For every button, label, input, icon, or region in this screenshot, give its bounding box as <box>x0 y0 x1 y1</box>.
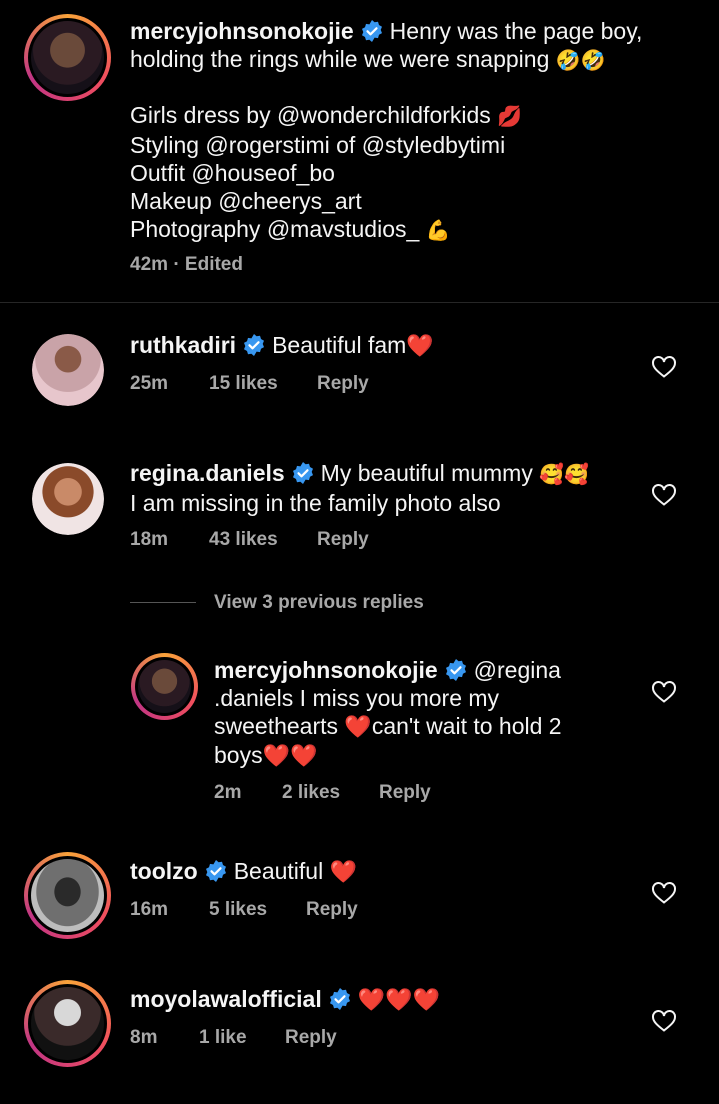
reply-time: 2m <box>214 782 242 803</box>
reply-button[interactable]: Reply <box>285 1027 337 1049</box>
comment-text: toolzo Beautiful ❤️ <box>130 858 358 884</box>
comment-time: 8m <box>130 1027 158 1048</box>
caption-divider <box>0 302 719 303</box>
reply-avatar[interactable] <box>131 653 198 720</box>
comment-likes[interactable]: 1 like <box>199 1027 247 1049</box>
verified-badge-icon <box>328 987 352 1011</box>
heart-emoji: ❤️❤️❤️ <box>357 987 440 1012</box>
comment-time: 18m <box>130 529 169 550</box>
reply-button[interactable]: Reply <box>306 899 358 921</box>
verified-badge-icon <box>204 859 228 883</box>
meta-separator: · <box>173 254 180 275</box>
avatar[interactable] <box>24 980 111 1067</box>
credit-line: Styling @rogerstimi of @styledbytimi <box>130 132 506 158</box>
comment-likes[interactable]: 5 likes <box>209 899 267 921</box>
heart-outline-icon[interactable] <box>651 483 677 507</box>
comment-username[interactable]: regina.daniels <box>130 460 285 486</box>
caption-text: mercyjohnsonokojie Henry was the page boy… <box>130 17 690 75</box>
comment-text: regina.daniels My beautiful mummy 🥰🥰 I am… <box>130 460 590 516</box>
credit-line: Photography @mavstudios_ 💪 <box>130 216 451 242</box>
verified-badge-icon <box>360 19 384 43</box>
verified-badge-icon <box>291 461 315 485</box>
heart-emoji: ❤️ <box>344 714 372 739</box>
comment-username[interactable]: toolzo <box>130 858 198 884</box>
reply-button[interactable]: Reply <box>317 529 369 551</box>
caption-credits: Girls dress by @wonderchildforkids 💋 Sty… <box>130 101 690 245</box>
heart-outline-icon[interactable] <box>651 1009 677 1033</box>
caption-time: 42m <box>130 254 169 275</box>
avatar[interactable] <box>24 852 111 939</box>
comment-likes[interactable]: 43 likes <box>209 529 278 551</box>
caption-line1: Henry was the page boy, <box>389 18 643 44</box>
comment-time: 25m <box>130 373 169 394</box>
caption-avatar[interactable] <box>24 14 111 101</box>
heart-emoji: ❤️ <box>406 333 434 358</box>
heart-outline-icon[interactable] <box>651 680 677 704</box>
caption-emoji: 🤣🤣 <box>555 50 606 72</box>
view-replies-button[interactable]: View 3 previous replies <box>214 592 424 614</box>
heart-emoji: ❤️❤️ <box>262 743 318 768</box>
credit-line: Girls dress by @wonderchildforkids 💋 <box>130 102 523 128</box>
caption-meta: 42m · Edited <box>130 254 243 276</box>
heart-outline-icon[interactable] <box>651 881 677 905</box>
reply-text: mercyjohnsonokojie @regina .daniels I mis… <box>214 657 562 768</box>
comment-text: ruthkadiri Beautiful fam❤️ <box>130 332 434 358</box>
reply-button[interactable]: Reply <box>317 373 369 395</box>
reply-button[interactable]: Reply <box>379 782 431 804</box>
reply-username[interactable]: mercyjohnsonokojie <box>214 657 438 683</box>
caption-username[interactable]: mercyjohnsonokojie <box>130 18 354 44</box>
credit-line: Makeup @cheerys_art <box>130 188 362 214</box>
smiling-hearts-emoji: 🥰🥰 <box>539 464 590 486</box>
heart-emoji: ❤️ <box>329 859 358 884</box>
comment-text: moyolawalofficial ❤️❤️❤️ <box>130 985 440 1014</box>
heart-outline-icon[interactable] <box>651 355 677 379</box>
credit-line: Outfit @houseof_bo <box>130 160 335 186</box>
caption-line2: holding the rings while we were snapping <box>130 46 550 72</box>
replies-line <box>130 602 196 603</box>
avatar[interactable] <box>32 463 104 535</box>
comment-likes[interactable]: 15 likes <box>209 373 278 395</box>
comment-username[interactable]: ruthkadiri <box>130 332 236 358</box>
reply-likes[interactable]: 2 likes <box>282 782 340 804</box>
avatar[interactable] <box>32 334 104 406</box>
verified-badge-icon <box>444 658 468 682</box>
comment-time: 16m <box>130 899 169 920</box>
verified-badge-icon <box>242 333 266 357</box>
comment-username[interactable]: moyolawalofficial <box>130 986 322 1012</box>
caption-edited: Edited <box>184 254 243 275</box>
